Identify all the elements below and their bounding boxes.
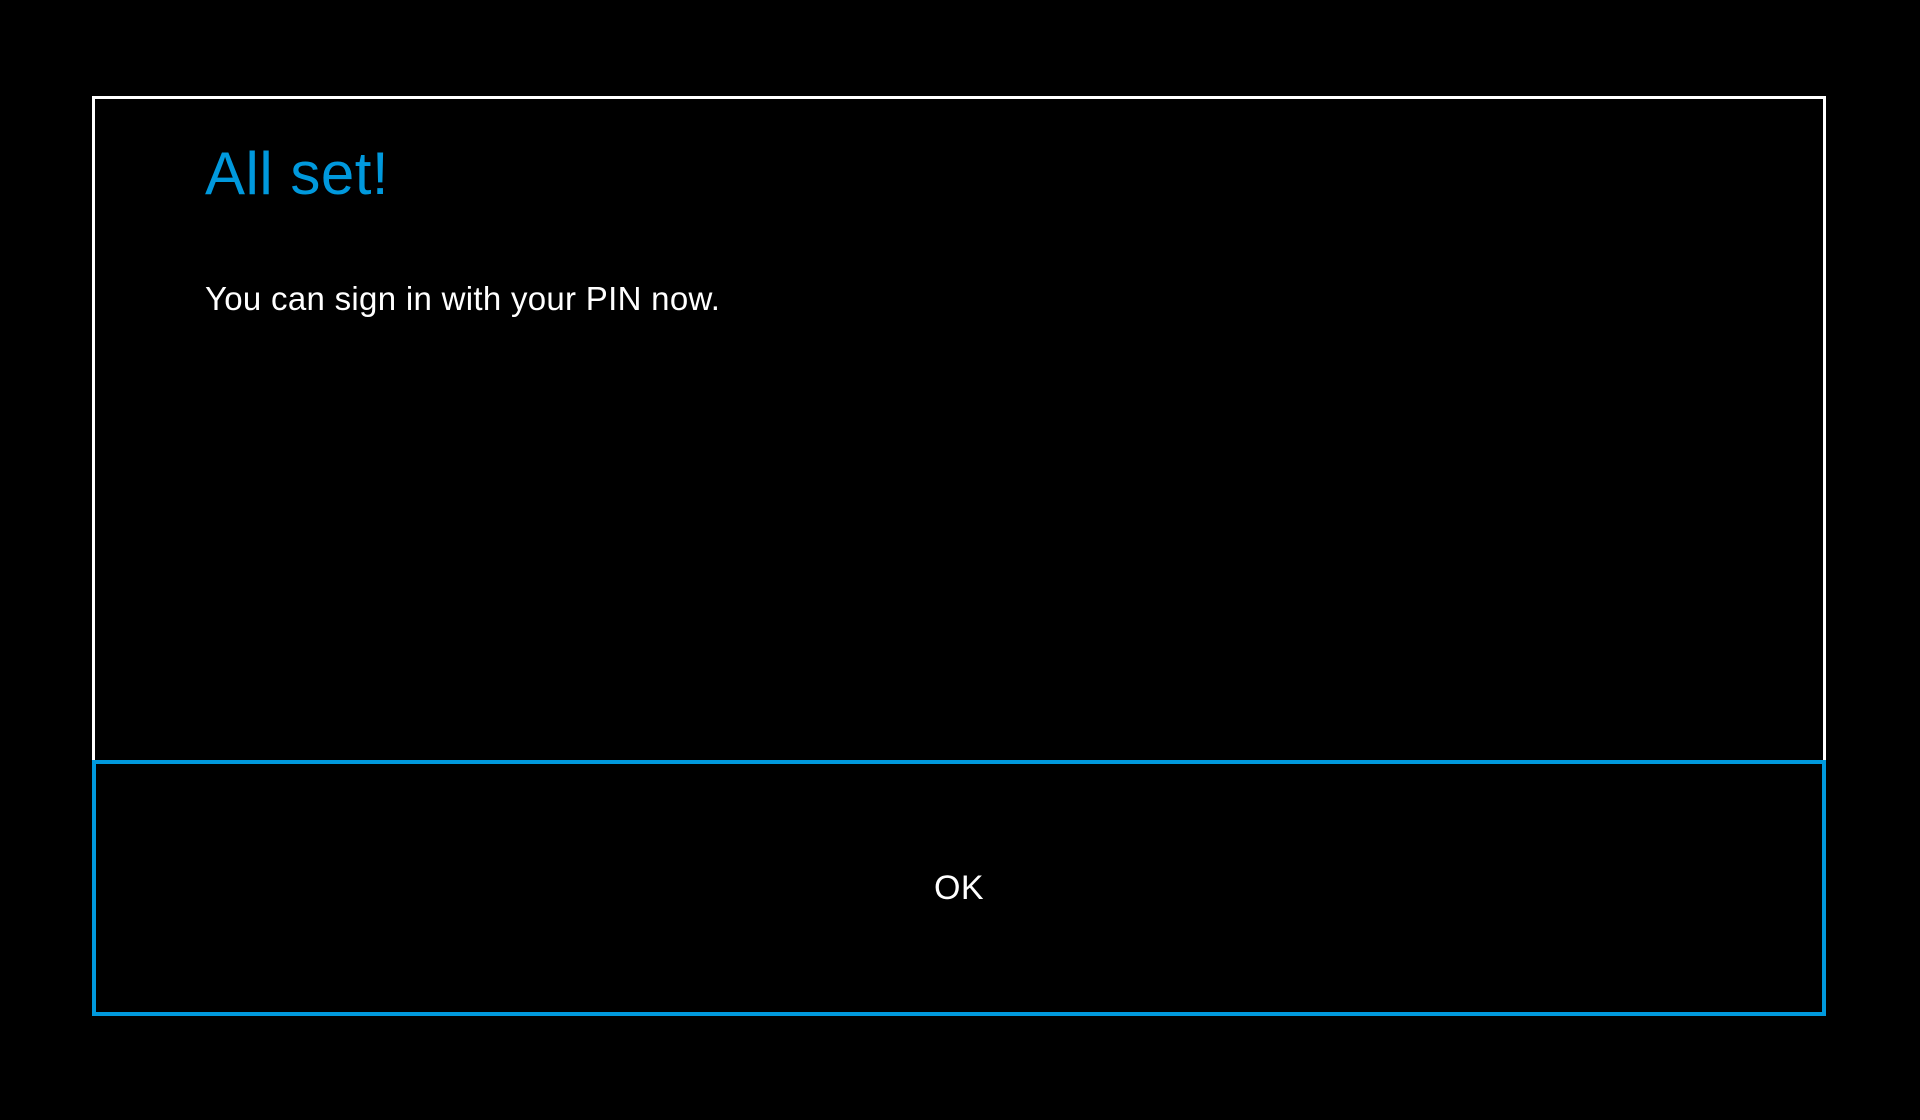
dialog-container: All set! You can sign in with your PIN n… xyxy=(92,96,1826,1016)
dialog-content: All set! You can sign in with your PIN n… xyxy=(95,99,1823,318)
dialog-message: You can sign in with your PIN now. xyxy=(205,280,1713,318)
dialog-title: All set! xyxy=(205,139,1713,208)
ok-button-label: OK xyxy=(934,869,984,908)
ok-button[interactable]: OK xyxy=(92,760,1826,1016)
